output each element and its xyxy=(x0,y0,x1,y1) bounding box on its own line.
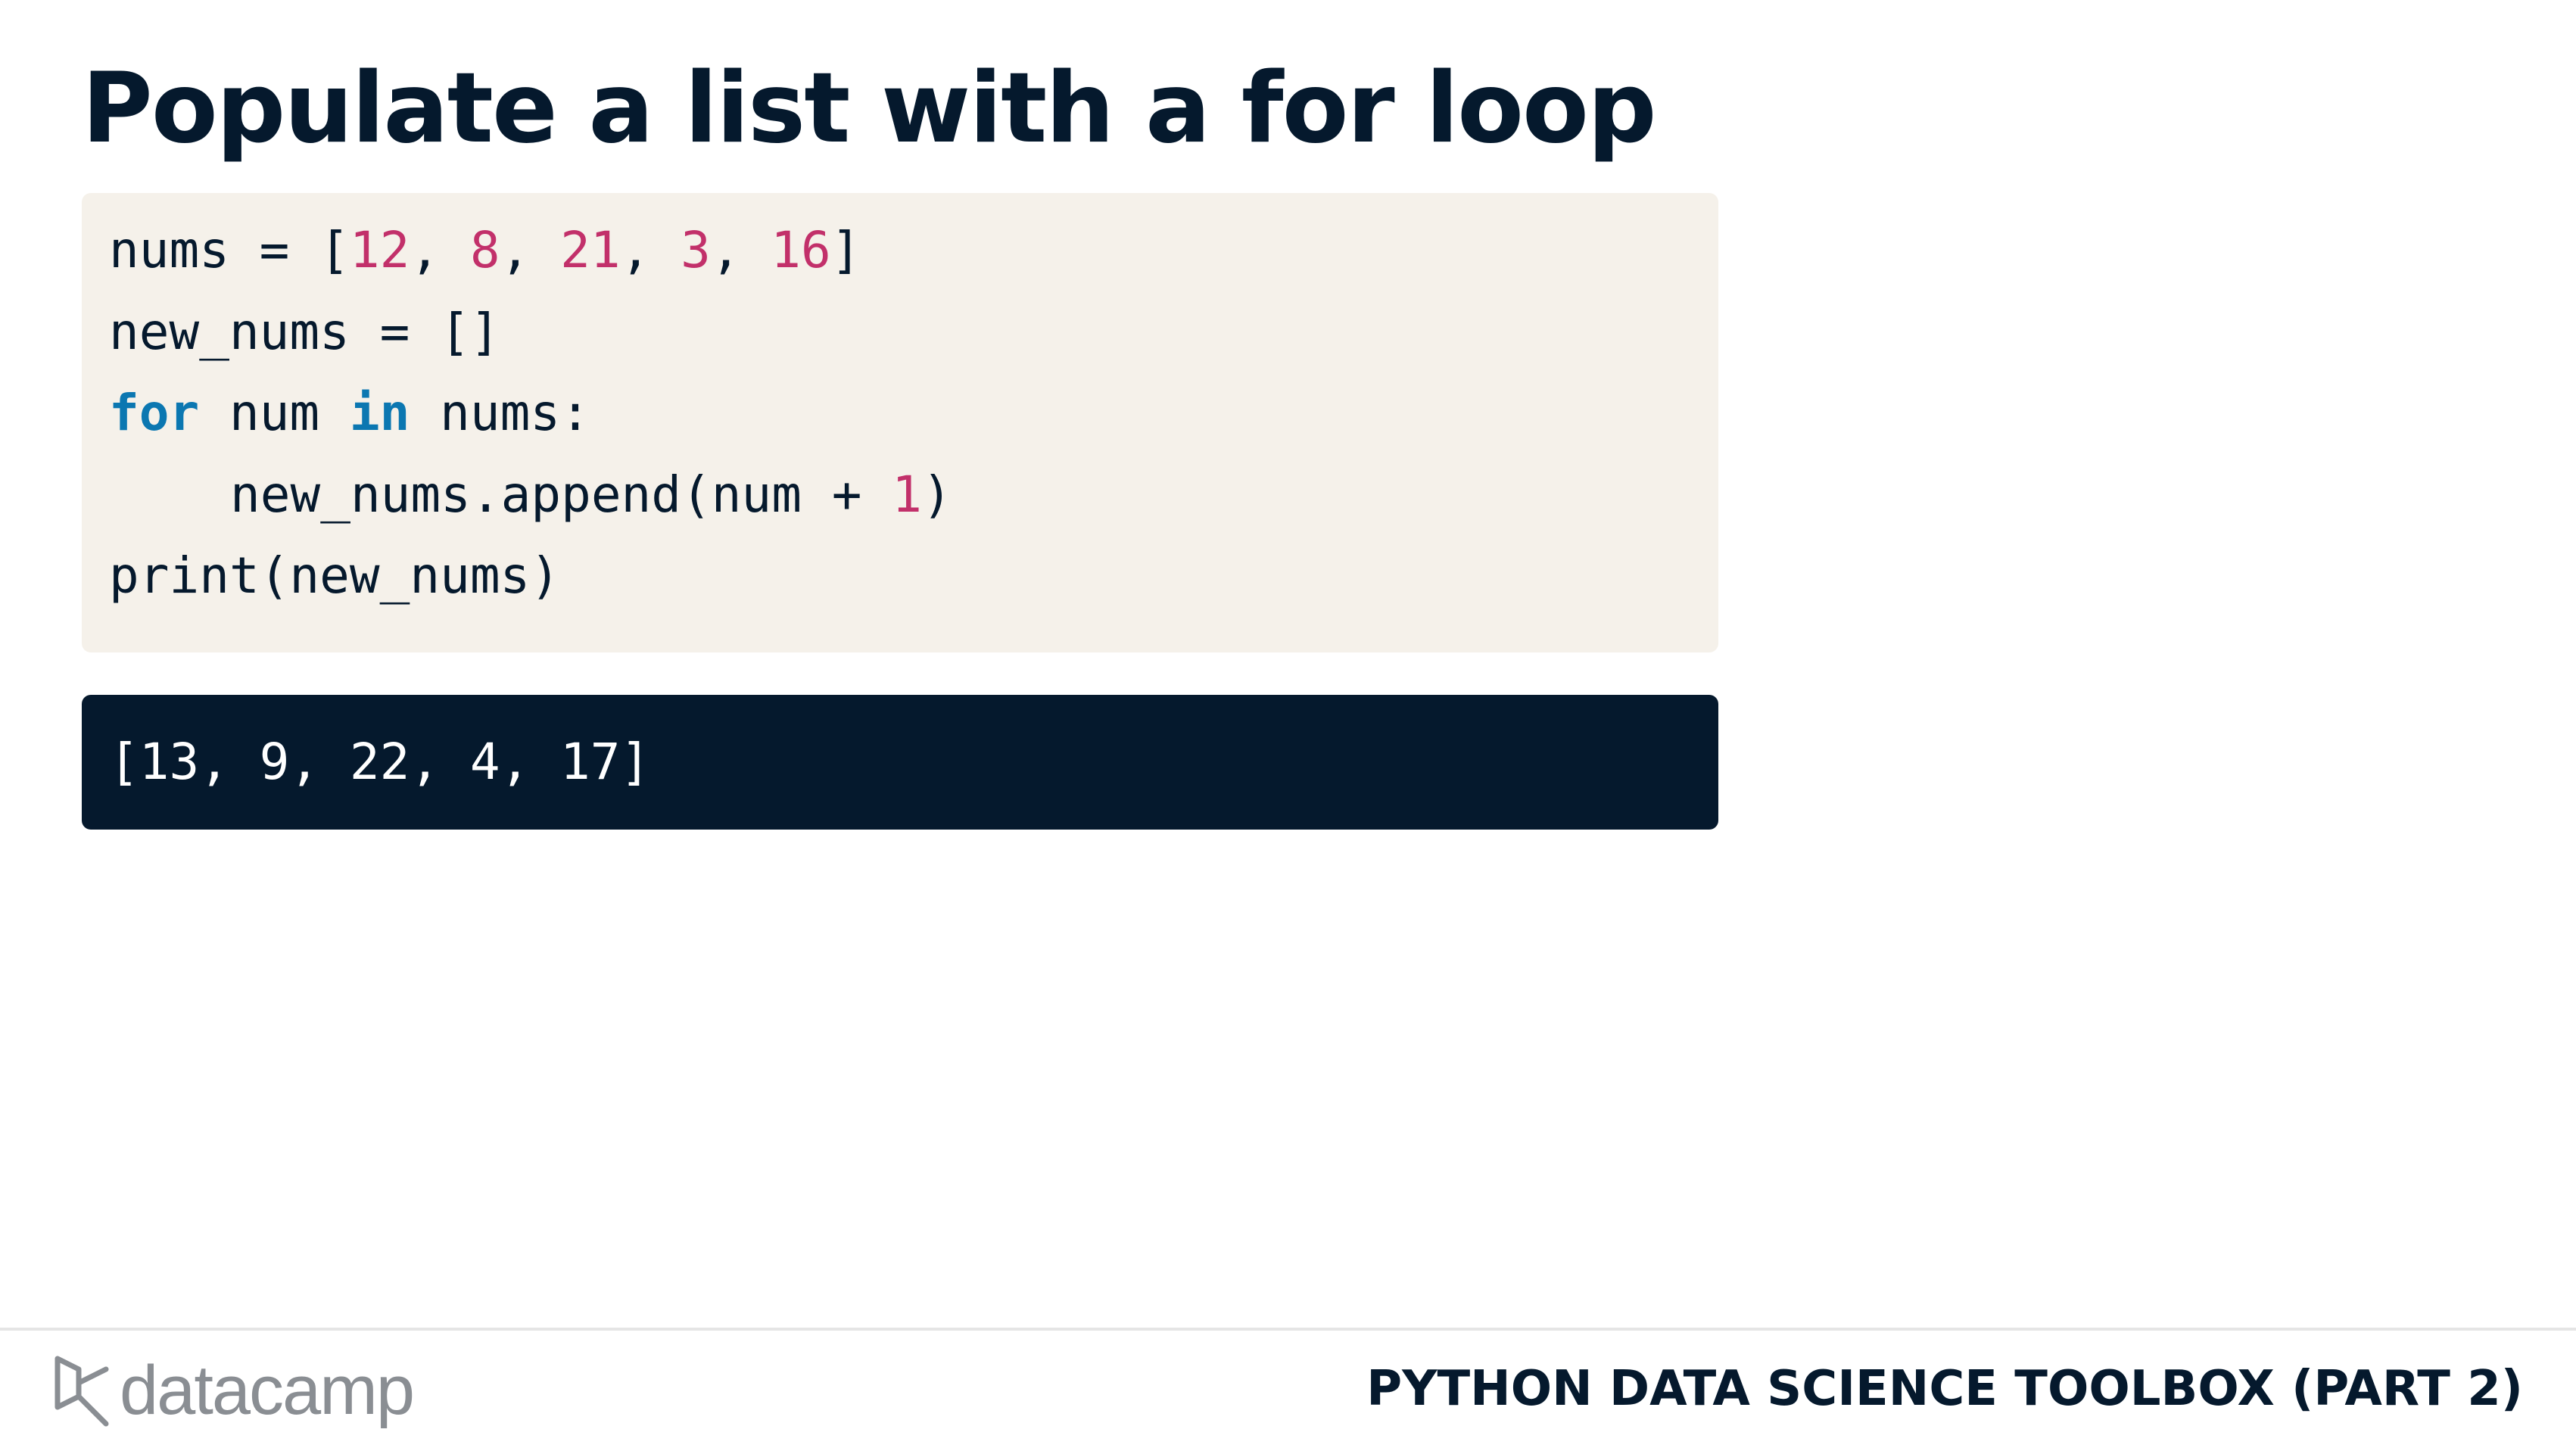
code-line-2: new_nums = [] xyxy=(109,302,500,361)
code-line-4: new_nums.append(num + 1) xyxy=(230,465,952,524)
logo-wordmark: datacamp xyxy=(120,1352,415,1429)
code-block: nums = [12, 8, 21, 3, 16] new_nums = [] … xyxy=(82,193,1718,652)
code-line-3: for num in nums: xyxy=(109,384,590,442)
datacamp-logo: datacamp xyxy=(53,1349,415,1432)
code-line-1: nums = [12, 8, 21, 3, 16] xyxy=(109,221,861,279)
datacamp-logo-icon xyxy=(55,1356,109,1427)
footer-divider xyxy=(0,1328,2576,1331)
output-text: [13, 9, 22, 4, 17] xyxy=(109,733,651,791)
code-line-5: print(new_nums) xyxy=(109,546,561,605)
output-block: [13, 9, 22, 4, 17] xyxy=(82,695,1718,830)
slide-title: Populate a list with a for loop xyxy=(82,52,1657,165)
course-title: PYTHON DATA SCIENCE TOOLBOX (PART 2) xyxy=(1366,1361,2523,1417)
